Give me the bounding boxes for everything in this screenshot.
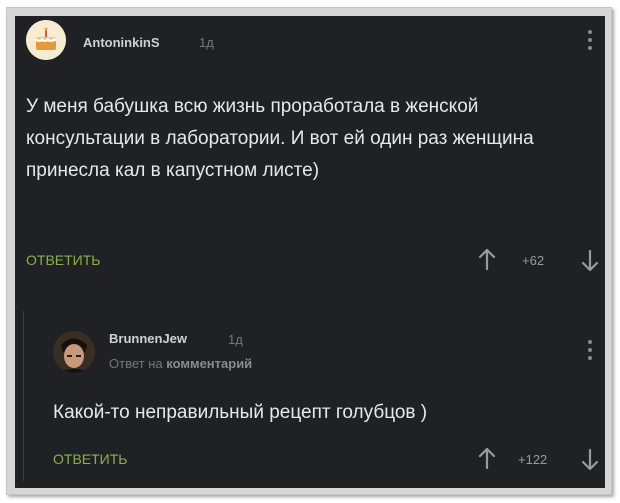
cake-avatar-icon: [26, 20, 66, 60]
upvote-arrow-icon[interactable]: [478, 446, 496, 475]
upvote-arrow-icon[interactable]: [478, 247, 496, 276]
reply-text: Какой-то неправильный рецепт голубцов ): [53, 402, 428, 423]
reply-to-line: Ответ на комментарий: [109, 356, 252, 371]
more-menu-icon[interactable]: [586, 340, 594, 360]
reply-to-prefix: Ответ на: [109, 356, 163, 371]
man-portrait-avatar-icon: [53, 331, 95, 373]
downvote-arrow-icon[interactable]: [581, 448, 599, 477]
comment-score: +62: [522, 253, 545, 268]
comment-time: 1д: [199, 35, 214, 50]
comment-author[interactable]: AntoninkinS: [83, 35, 160, 50]
reply-time: 1д: [228, 332, 243, 347]
thread-line: [23, 311, 24, 481]
reply-score: +122: [518, 452, 548, 467]
reply-button[interactable]: ОТВЕТИТЬ: [53, 451, 127, 467]
reply-to-link[interactable]: комментарий: [166, 356, 252, 371]
more-menu-icon[interactable]: [586, 30, 594, 50]
user-avatar[interactable]: [26, 20, 66, 60]
comments-panel: AntoninkinS 1д У меня бабушка всю жизнь …: [15, 16, 605, 488]
user-avatar[interactable]: [53, 331, 95, 373]
downvote-arrow-icon[interactable]: [581, 249, 599, 278]
reply-author[interactable]: BrunnenJew: [109, 331, 187, 346]
reply-button[interactable]: ОТВЕТИТЬ: [26, 252, 100, 268]
comment-text: У меня бабушка всю жизнь проработала в ж…: [26, 96, 534, 181]
